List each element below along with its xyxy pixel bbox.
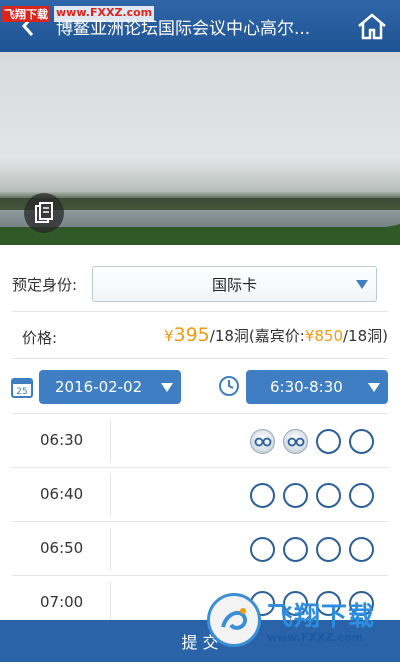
- open-slot[interactable]: [316, 483, 341, 508]
- logo-emblem-icon: [207, 593, 261, 647]
- chevron-down-icon: [161, 383, 173, 392]
- date-time-row: 25 2016-02-02 6:30-8:30: [0, 370, 400, 406]
- price-row: 价格: ¥395/18洞(嘉宾价:¥850/18洞): [0, 318, 400, 356]
- tee-time: 07:00: [40, 593, 84, 611]
- home-button[interactable]: [354, 8, 390, 44]
- row-divider: [110, 420, 111, 462]
- golf-ball-icon: [287, 437, 304, 446]
- guest-amount: 850: [314, 327, 343, 345]
- player-slots: [250, 537, 374, 562]
- watermark-url: www.FXXZ.com: [54, 6, 155, 22]
- open-slot[interactable]: [349, 537, 374, 562]
- tee-time: 06:40: [40, 485, 84, 503]
- player-slots: [250, 429, 374, 454]
- row-divider: [110, 474, 111, 516]
- price-amount: 395: [173, 324, 210, 346]
- open-slot[interactable]: [283, 483, 308, 508]
- tee-time-row: 06:40: [12, 467, 388, 521]
- open-slot[interactable]: [250, 537, 275, 562]
- tee-time: 06:50: [40, 539, 84, 557]
- golf-ball-icon: [254, 437, 271, 446]
- price-text: ¥395/18洞(嘉宾价:¥850/18洞): [164, 324, 388, 346]
- tee-time: 06:30: [40, 431, 84, 449]
- booked-slot[interactable]: [283, 429, 308, 454]
- guest-unit: /18洞): [343, 327, 388, 345]
- open-slot[interactable]: [283, 537, 308, 562]
- logo-text: 飞翔下载 www.FXXZ.com: [267, 596, 375, 644]
- identity-dropdown[interactable]: 国际卡: [92, 266, 377, 302]
- watermark-logo: 飞翔下载 www.FXXZ.com: [207, 586, 392, 654]
- document-icon: [35, 202, 53, 223]
- price-currency: ¥: [163, 327, 174, 345]
- row-divider: [110, 582, 111, 624]
- identity-value: 国际卡: [211, 275, 257, 294]
- logo-cn: 飞翔下载: [267, 602, 376, 632]
- watermark-site: 飞翔下载: [2, 6, 50, 22]
- identity-label: 预定身份:: [12, 275, 78, 294]
- price-label: 价格:: [22, 329, 58, 347]
- row-divider: [110, 528, 111, 570]
- date-value: 2016-02-02: [55, 378, 143, 396]
- calendar-day: 25: [16, 387, 27, 397]
- guest-currency: ¥: [304, 327, 315, 345]
- open-slot[interactable]: [349, 429, 374, 454]
- open-slot[interactable]: [316, 537, 341, 562]
- open-slot[interactable]: [349, 483, 374, 508]
- home-icon: [358, 13, 386, 40]
- dropdown-arrow-icon: [356, 280, 368, 289]
- tee-time-row: 06:30: [12, 413, 388, 467]
- swirl-icon: [221, 608, 247, 630]
- divider: [12, 311, 388, 312]
- price-unit: /18洞(嘉宾价:: [209, 327, 305, 345]
- clock-icon: [219, 376, 239, 396]
- divider: [12, 358, 388, 359]
- player-slots: [250, 483, 374, 508]
- gallery-button[interactable]: [24, 193, 64, 233]
- booked-slot[interactable]: [250, 429, 275, 454]
- time-value: 6:30-8:30: [270, 378, 343, 396]
- time-dropdown[interactable]: 6:30-8:30: [246, 370, 388, 404]
- calendar-icon: 25: [11, 378, 33, 398]
- identity-row: 预定身份: 国际卡: [0, 258, 400, 310]
- open-slot[interactable]: [250, 483, 275, 508]
- logo-url: www.FXXZ.com: [267, 631, 364, 644]
- photo-grass: [0, 227, 400, 245]
- open-slot[interactable]: [316, 429, 341, 454]
- date-dropdown[interactable]: 2016-02-02: [39, 370, 181, 404]
- tee-time-row: 06:50: [12, 521, 388, 575]
- watermark: 飞翔下载 www.FXXZ.com: [2, 6, 155, 22]
- chevron-down-icon: [368, 383, 380, 392]
